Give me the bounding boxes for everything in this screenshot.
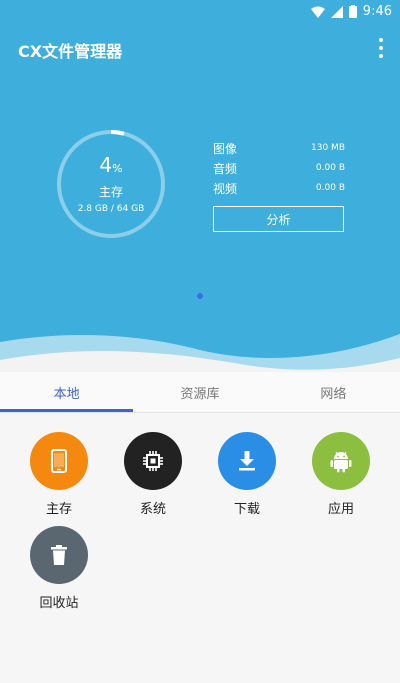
status-icons: 9:46	[310, 4, 392, 19]
storage-summary[interactable]: 4% 主存 2.8 GB / 64 GB	[55, 128, 167, 240]
more-options-icon[interactable]	[374, 38, 388, 58]
trash-icon	[51, 545, 67, 565]
analyze-button[interactable]: 分析	[213, 206, 344, 232]
stat-label: 音频	[213, 161, 238, 176]
location-downloads[interactable]: 下载	[207, 432, 287, 517]
app-title: CX文件管理器	[18, 42, 123, 61]
item-label: 回收站	[39, 596, 79, 611]
stat-label: 视频	[213, 181, 238, 196]
stat-value: 130 MB	[311, 143, 345, 153]
media-stats: 图像 130 MB 音频 0.00 B 视频 0.00 B 分析	[213, 138, 345, 232]
stat-label: 图像	[213, 141, 238, 156]
wave-decoration	[0, 334, 400, 380]
storage-label: 主存	[98, 185, 123, 199]
stat-row-audio[interactable]: 音频 0.00 B	[213, 158, 345, 178]
item-circle	[218, 432, 276, 490]
stat-row-video[interactable]: 视频 0.00 B	[213, 178, 345, 198]
item-circle	[124, 432, 182, 490]
stat-value: 0.00 B	[315, 183, 345, 193]
status-time: 9:46	[362, 4, 392, 19]
tab-network[interactable]: 网络	[267, 372, 400, 412]
location-system[interactable]: 系统	[113, 432, 193, 517]
location-apps[interactable]: 应用	[301, 432, 381, 517]
item-label: 应用	[327, 502, 354, 517]
storage-percent-value: 4	[99, 153, 113, 177]
stat-value: 0.00 B	[315, 163, 345, 173]
item-circle	[30, 432, 88, 490]
battery-icon	[348, 5, 357, 18]
item-circle	[30, 526, 88, 584]
tab-library[interactable]: 资源库	[133, 372, 266, 412]
storage-percent: 4%	[99, 154, 122, 180]
signal-icon	[330, 5, 343, 18]
wifi-icon	[310, 6, 325, 18]
item-label: 下载	[233, 502, 260, 517]
android-icon	[330, 451, 352, 473]
location-main-storage[interactable]: 主存	[19, 432, 99, 517]
item-circle	[312, 432, 370, 490]
item-label: 主存	[45, 502, 72, 517]
status-bar: 9:46	[0, 0, 400, 24]
tab-divider	[0, 412, 400, 413]
stat-row-images[interactable]: 图像 130 MB	[213, 138, 345, 158]
storage-percent-unit: %	[112, 162, 123, 175]
page-indicator-dot	[197, 293, 203, 299]
tab-local[interactable]: 本地	[0, 372, 133, 412]
storage-size: 2.8 GB / 64 GB	[77, 204, 145, 214]
tab-bar: 本地 资源库 网络	[0, 372, 400, 412]
phone-icon	[51, 449, 67, 473]
location-recycle-bin[interactable]: 回收站	[19, 526, 99, 611]
download-icon	[239, 451, 255, 471]
item-label: 系统	[139, 502, 166, 517]
chip-icon	[143, 451, 163, 471]
storage-overview: CX文件管理器 4% 主存 2.8 GB / 64 GB 图像 130 MB 音…	[0, 24, 400, 380]
